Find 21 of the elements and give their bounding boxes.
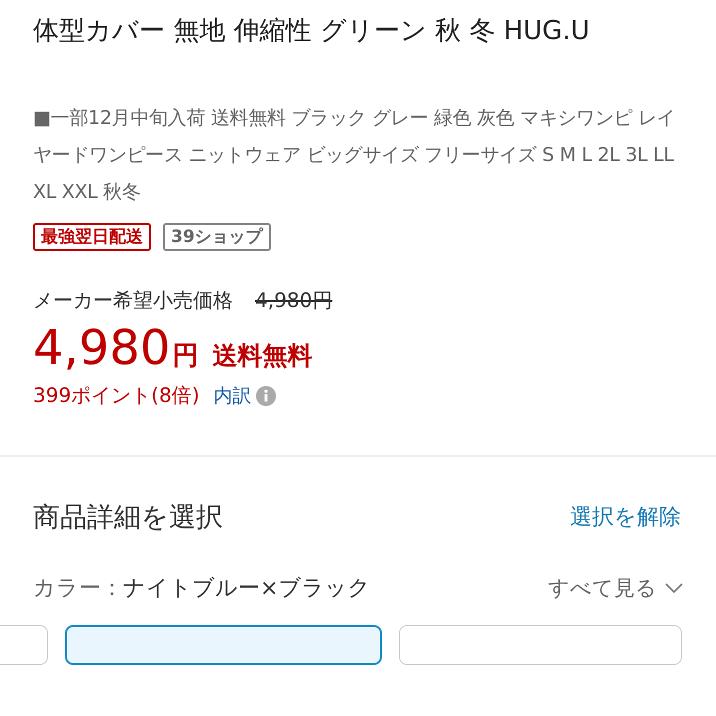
see-all-link[interactable]: すべて見る: [548, 574, 683, 602]
product-description: ■一部12月中旬入荷 送料無料 ブラック グレー 緑色 灰色 マキシワンピ レイヤードワンピース ニットウェア ビッグサイズ フリーサイズ S M L 2L 3L LL XL XXL 秋冬: [33, 106, 676, 205]
points-label: 399ポイント(8倍): [33, 382, 200, 409]
color-value: ナイトブルー×ブラック: [123, 576, 370, 601]
option-card[interactable]: [399, 625, 682, 665]
list-price-label: メーカー希望小売価格: [33, 287, 233, 314]
list-price: 4,980円: [255, 287, 332, 314]
product-title: 体型カバー 無地 伸縮性 グリーン 秋 冬 HUG.U: [33, 15, 591, 48]
option-card[interactable]: [0, 625, 48, 665]
chevron-down-icon[interactable]: [665, 583, 683, 593]
section-heading: 商品詳細を選択: [33, 501, 223, 535]
option-card[interactable]: [65, 625, 382, 665]
shop-badge: 39ショップ: [163, 223, 271, 251]
currency-unit: 円: [172, 340, 198, 373]
color-label: カラー：: [33, 576, 123, 601]
info-icon[interactable]: [256, 386, 276, 406]
shipping-label: 送料無料: [212, 340, 312, 372]
breakdown-link[interactable]: 内訳: [214, 382, 252, 408]
sale-price: 4,980: [33, 319, 170, 378]
delivery-badge: 最強翌日配送: [33, 223, 151, 251]
clear-selection-link[interactable]: 選択を解除: [570, 502, 681, 532]
